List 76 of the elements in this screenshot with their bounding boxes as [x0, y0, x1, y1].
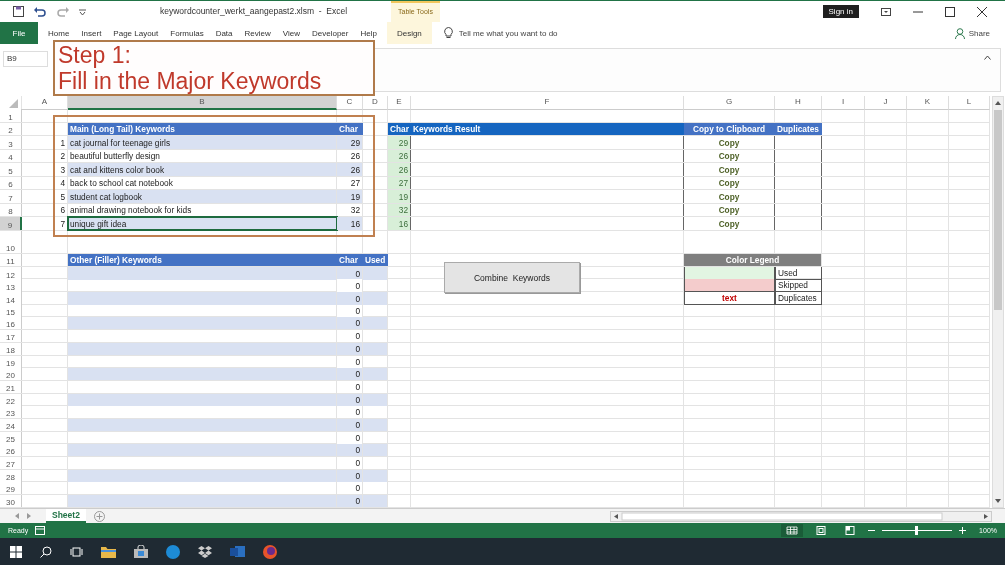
tell-me-field[interactable]: Tell me what you want to do: [456, 27, 611, 39]
windows-icon[interactable]: [10, 545, 22, 558]
normal-view-icon[interactable]: [781, 524, 804, 537]
ribbon-tab[interactable]: Design: [386, 22, 432, 44]
close-icon[interactable]: [977, 6, 987, 17]
table-cell: 26: [388, 163, 411, 176]
maximize-icon[interactable]: [945, 6, 955, 17]
share-button[interactable]: Share: [954, 27, 990, 39]
undo-icon[interactable]: [33, 6, 47, 17]
legend-title: Color Legend: [684, 254, 822, 266]
add-sheet-icon[interactable]: [93, 510, 105, 522]
table-cell: 16: [337, 217, 363, 230]
table-cell: 29: [337, 136, 363, 149]
lightbulb-icon: [443, 27, 453, 39]
zoom-slider-thumb[interactable]: [915, 526, 919, 535]
folder-icon[interactable]: [101, 545, 116, 558]
shopping-bag-icon[interactable]: [134, 545, 148, 558]
table-cell: 0: [337, 444, 363, 457]
table-cell: 16: [388, 217, 411, 230]
table-cell: unique gift idea: [68, 217, 337, 230]
row-heading[interactable]: 9: [0, 217, 22, 230]
column-heading[interactable]: L: [949, 96, 990, 110]
column-heading[interactable]: I: [822, 96, 865, 110]
column-heading[interactable]: K: [907, 96, 949, 110]
table-cell: cat journal for teenage girls: [68, 136, 337, 149]
ribbon-display-icon[interactable]: [881, 7, 891, 16]
vertical-scrollbar[interactable]: [992, 96, 1004, 508]
save-icon[interactable]: [13, 6, 24, 17]
table-cell: 0: [337, 368, 363, 381]
box-icon[interactable]: [198, 545, 212, 558]
table-cell: 26: [337, 163, 363, 176]
mail-app-icon[interactable]: [230, 545, 245, 558]
column-heading[interactable]: G: [684, 96, 775, 110]
legend-label: Used: [775, 266, 822, 280]
column-heading[interactable]: D: [363, 96, 388, 110]
table-cell: student cat logbook: [68, 190, 337, 203]
horizontal-scrollbar[interactable]: [610, 510, 992, 522]
sign-in-button[interactable]: Sign in: [822, 5, 859, 18]
table-cell: cat and kittens color book: [68, 163, 337, 176]
customize-caret-icon[interactable]: [79, 8, 86, 15]
zoom-in-icon[interactable]: [959, 527, 967, 534]
instruction-tooltip: Step 1: Fill in the Major Keywords: [53, 40, 375, 96]
collapse-icon[interactable]: [984, 55, 991, 60]
legend-sample: text: [684, 292, 775, 306]
zoom-out-icon[interactable]: [868, 527, 876, 534]
person-icon: [954, 27, 966, 39]
table-cell: 0: [337, 292, 363, 306]
table-cell: 19: [337, 190, 363, 203]
legend-label: Duplicates: [775, 292, 822, 306]
table-cell: 0: [337, 317, 363, 330]
row-heading[interactable]: 13: [0, 279, 22, 293]
row-heading[interactable]: 14: [0, 292, 22, 306]
app-circle-icon[interactable]: [166, 544, 180, 559]
task-view-icon[interactable]: [70, 545, 83, 558]
name-box[interactable]: B9: [3, 51, 48, 67]
table-cell: 0: [337, 279, 363, 293]
sheet-tab[interactable]: Sheet2: [46, 509, 86, 523]
column-heading[interactable]: A: [22, 96, 68, 110]
column-heading[interactable]: H: [775, 96, 822, 110]
table-cell: 19: [388, 190, 411, 203]
window-title: keywordcounter_werkt_aangepast2.xlsm - Excel: [160, 6, 348, 16]
search-icon[interactable]: [40, 545, 52, 558]
column-header: Char: [337, 254, 363, 266]
column-header: Used: [363, 254, 388, 266]
table-cell: 0: [337, 495, 363, 508]
column-heading[interactable]: B: [68, 96, 337, 110]
legend-label: Skipped: [775, 279, 822, 293]
column-heading[interactable]: F: [411, 96, 684, 110]
macro-record-icon[interactable]: [35, 526, 46, 535]
file-tab[interactable]: File: [0, 22, 38, 44]
table-cell: 29: [388, 136, 411, 149]
column-heading[interactable]: C: [337, 96, 363, 110]
column-heading[interactable]: J: [865, 96, 907, 110]
combine-keywords-button[interactable]: Combine Keywords: [444, 262, 580, 293]
column-header: Other (Filler) Keywords: [68, 254, 337, 266]
column-heading[interactable]: E: [388, 96, 411, 110]
